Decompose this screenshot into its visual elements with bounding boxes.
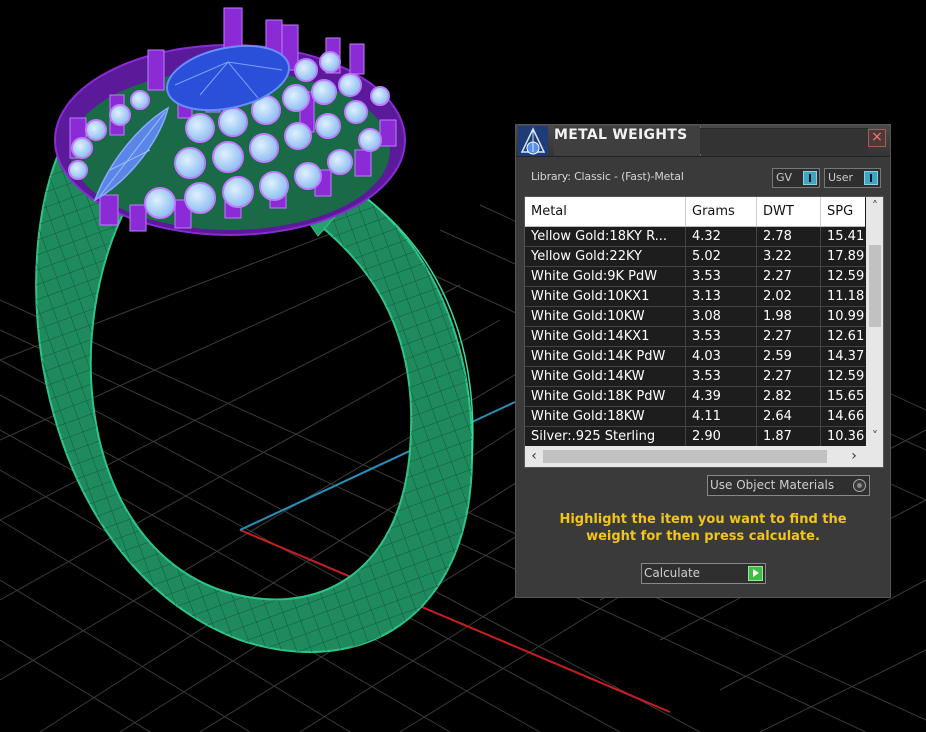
cell-grams: 2.90: [686, 427, 757, 446]
cell-spg: 11.18: [827, 289, 865, 304]
horizontal-scroll-thumb[interactable]: [543, 450, 827, 463]
user-toggle-switch-icon: [864, 171, 878, 185]
matrix-logo-icon: [518, 126, 548, 156]
table-row[interactable]: White Gold:14KW 3.53 2.27 12.59: [525, 367, 865, 387]
table-row[interactable]: White Gold:14KX1 3.53 2.27 12.61: [525, 327, 865, 347]
cell-grams: 3.53: [686, 327, 757, 346]
column-header-metal[interactable]: Metal: [525, 197, 686, 226]
scroll-left-icon[interactable]: ‹: [527, 448, 541, 464]
cell-dwt: 2.27: [757, 367, 821, 386]
cell-dwt: 2.27: [757, 267, 821, 286]
scroll-right-icon[interactable]: ›: [847, 448, 861, 464]
cell-dwt: 1.87: [757, 427, 821, 446]
table-row[interactable]: White Gold:10KX1 3.13 2.02 11.18: [525, 287, 865, 307]
cell-metal: White Gold:10KX1: [525, 287, 686, 306]
cell-spg: 10.99: [827, 309, 865, 324]
gv-toggle[interactable]: GV: [772, 168, 820, 188]
cell-dwt: 2.64: [757, 407, 821, 426]
panel-titlebar[interactable]: METAL WEIGHTS ×: [516, 125, 890, 157]
column-header-spg[interactable]: SPG: [821, 197, 871, 226]
cell-spg: 12.59: [827, 369, 865, 384]
table-row[interactable]: Yellow Gold:18KY R... 4.32 2.78 15.41: [525, 227, 865, 247]
cell-dwt: 2.59: [757, 347, 821, 366]
table-row[interactable]: White Gold:9K PdW 3.53 2.27 12.59: [525, 267, 865, 287]
cell-spg: 14.37: [827, 349, 865, 364]
table-row[interactable]: White Gold:18KW 4.11 2.64 14.66: [525, 407, 865, 427]
cell-spg: 10.36: [827, 429, 865, 444]
cell-grams: 4.03: [686, 347, 757, 366]
scroll-down-icon[interactable]: ˅: [869, 429, 881, 443]
gv-toggle-switch-icon: [803, 171, 817, 185]
panel-title: METAL WEIGHTS: [554, 126, 701, 156]
cell-dwt: 2.78: [757, 227, 821, 246]
close-icon: ×: [871, 129, 883, 145]
cell-grams: 5.02: [686, 247, 757, 266]
calculate-label: Calculate: [644, 566, 701, 580]
cell-metal: White Gold:14KW: [525, 367, 686, 386]
cell-grams: 3.53: [686, 367, 757, 386]
radio-icon: [853, 479, 866, 492]
play-arrow-icon: [748, 566, 763, 581]
table-row[interactable]: White Gold:10KW 3.08 1.98 10.99: [525, 307, 865, 327]
y-axis: [239, 401, 516, 531]
vertical-scroll-thumb[interactable]: [869, 245, 881, 327]
cell-dwt: 1.98: [757, 307, 821, 326]
column-header-dwt[interactable]: DWT: [757, 197, 821, 226]
cell-metal: White Gold:9K PdW: [525, 267, 686, 286]
cell-metal: White Gold:14KX1: [525, 327, 686, 346]
user-toggle[interactable]: User: [824, 168, 881, 188]
cell-metal: White Gold:14K PdW: [525, 347, 686, 366]
use-object-materials-label: Use Object Materials: [710, 478, 835, 492]
cell-metal: Silver:.925 Sterling: [525, 427, 686, 446]
gv-toggle-label: GV: [776, 171, 793, 184]
metal-weights-panel: METAL WEIGHTS × Library: Classic - (Fast…: [515, 124, 891, 598]
horizontal-scrollbar[interactable]: ‹ ›: [525, 446, 883, 467]
user-toggle-label: User: [828, 171, 854, 184]
scroll-up-icon[interactable]: ˄: [869, 199, 881, 213]
table-row[interactable]: Yellow Gold:22KY 5.02 3.22 17.89: [525, 247, 865, 267]
table-row[interactable]: White Gold:18K PdW 4.39 2.82 15.65: [525, 387, 865, 407]
instruction-text: Highlight the item you want to find the …: [516, 511, 890, 545]
table-row[interactable]: White Gold:14K PdW 4.03 2.59 14.37: [525, 347, 865, 367]
instruction-message: Highlight the item you want to find the …: [559, 512, 847, 544]
table-row[interactable]: Silver:.925 Sterling 2.90 1.87 10.36: [525, 427, 865, 447]
use-object-materials-button[interactable]: Use Object Materials: [707, 475, 870, 496]
cell-grams: 3.08: [686, 307, 757, 326]
cell-dwt: 3.22: [757, 247, 821, 266]
cell-grams: 4.32: [686, 227, 757, 246]
cell-spg: 12.61: [827, 329, 865, 344]
cell-grams: 3.53: [686, 267, 757, 286]
metal-table[interactable]: Metal Grams DWT SPG Yellow Gold:18KY R..…: [524, 196, 884, 468]
titlebar-spacer: [700, 128, 868, 154]
calculate-button[interactable]: Calculate: [641, 563, 766, 584]
library-label: Library: Classic - (Fast)-Metal: [531, 170, 684, 183]
cell-grams: 4.11: [686, 407, 757, 426]
table-header: Metal Grams DWT SPG: [525, 197, 865, 227]
cell-spg: 12.59: [827, 269, 865, 284]
cell-spg: 15.41: [827, 229, 865, 244]
cell-dwt: 2.27: [757, 327, 821, 346]
cell-metal: White Gold:10KW: [525, 307, 686, 326]
cell-grams: 3.13: [686, 287, 757, 306]
column-header-grams[interactable]: Grams: [686, 197, 757, 226]
cell-grams: 4.39: [686, 387, 757, 406]
cell-spg: 17.89: [827, 249, 865, 264]
vertical-scrollbar[interactable]: ˄ ˅: [866, 197, 883, 446]
cell-dwt: 2.82: [757, 387, 821, 406]
cell-metal: White Gold:18K PdW: [525, 387, 686, 406]
cell-spg: 14.66: [827, 409, 865, 424]
cell-metal: Yellow Gold:22KY: [525, 247, 686, 266]
cell-spg: 15.65: [827, 389, 865, 404]
cell-dwt: 2.02: [757, 287, 821, 306]
close-button[interactable]: ×: [868, 129, 886, 147]
cell-metal: Yellow Gold:18KY R...: [525, 227, 686, 246]
cell-metal: White Gold:18KW: [525, 407, 686, 426]
